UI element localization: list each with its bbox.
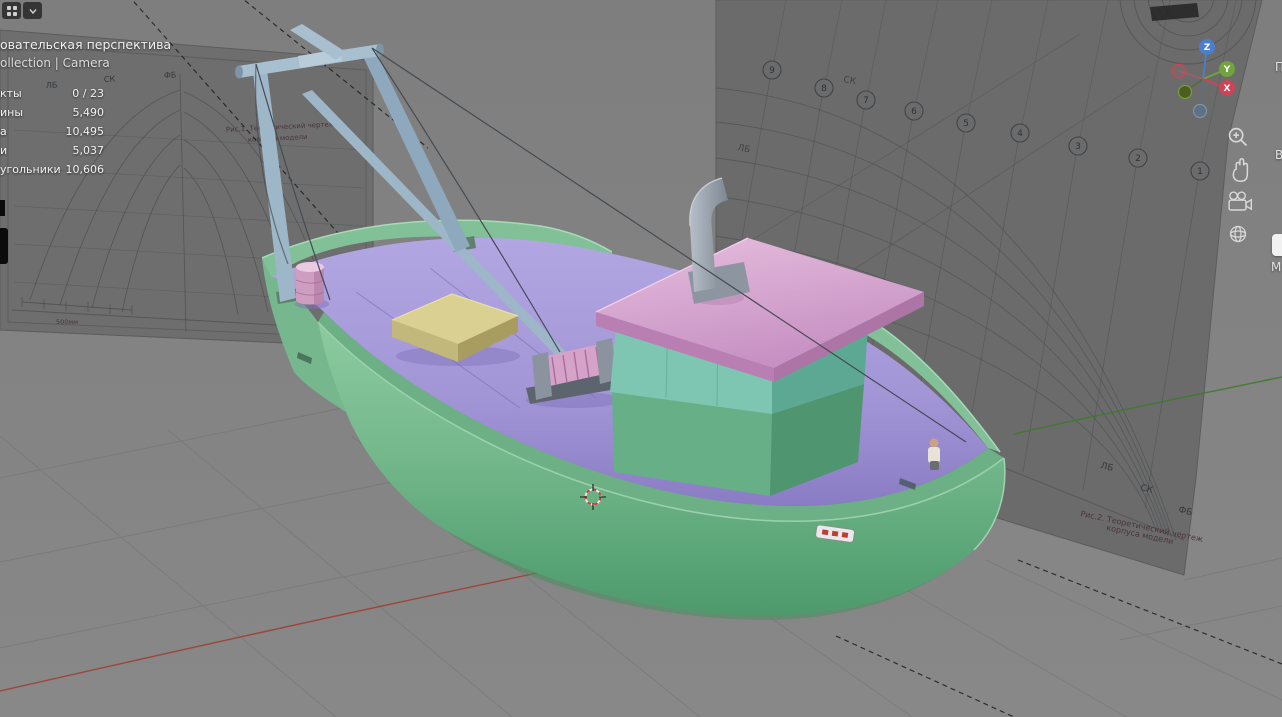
- camera-icon: [1228, 191, 1253, 211]
- svg-text:5: 5: [963, 119, 969, 129]
- sidebar-tab-fragment-3[interactable]: М: [1271, 260, 1281, 274]
- stat-label: а: [0, 125, 7, 138]
- svg-text:500мм: 500мм: [56, 318, 78, 326]
- svg-text:6: 6: [911, 107, 917, 117]
- svg-text:X: X: [1224, 84, 1231, 94]
- gizmo-pos-z[interactable]: Z: [1199, 39, 1215, 55]
- navigation-gizmo[interactable]: Z Y X: [1158, 32, 1250, 124]
- svg-text:7: 7: [863, 96, 869, 106]
- perspective-toggle-button[interactable]: [1222, 219, 1254, 249]
- stat-faces: и 5,037: [0, 141, 104, 160]
- zoom-button[interactable]: [1222, 123, 1254, 153]
- editor-type-selector[interactable]: [2, 2, 42, 19]
- svg-text:Y: Y: [1223, 65, 1231, 75]
- svg-text:ФБ: ФБ: [164, 71, 177, 80]
- gizmo-pos-y[interactable]: Y: [1219, 61, 1235, 77]
- cargo-barrel[interactable]: [295, 262, 329, 309]
- stat-value: 10,495: [65, 125, 105, 138]
- gizmo-neg-x[interactable]: [1171, 63, 1187, 79]
- viewport-canvas[interactable]: 9 8 7 6 5 4 3 2 1 ЛБ СК ФБ СК ЛБ Рис.2. …: [0, 0, 1282, 717]
- svg-text:8: 8: [821, 84, 827, 94]
- svg-text:9: 9: [769, 66, 775, 76]
- stat-value: 10,606: [65, 163, 105, 176]
- svg-text:2: 2: [1135, 154, 1141, 164]
- stat-triangles: угольники 10,606: [0, 160, 104, 179]
- stat-label: и: [0, 144, 8, 157]
- svg-text:4: 4: [1017, 129, 1023, 139]
- stat-edges: а 10,495: [0, 122, 104, 141]
- stat-vertices: ины 5,490: [0, 103, 104, 122]
- gizmo-pos-x[interactable]: X: [1219, 80, 1235, 96]
- active-collection-breadcrumb: ollection | Camera: [0, 56, 110, 70]
- editor-type-icon[interactable]: [2, 2, 21, 19]
- view-perspective-label: овательская перспектива: [0, 37, 172, 52]
- svg-text:3: 3: [1075, 142, 1081, 152]
- camera-view-button[interactable]: [1222, 187, 1254, 217]
- stat-label: ины: [0, 106, 24, 119]
- scene-statistics: кты 0 / 23 ины 5,490 а 10,495 и 5,037 уг…: [0, 84, 104, 179]
- gizmo-neg-y[interactable]: [1177, 84, 1193, 100]
- zoom-icon: [1228, 127, 1248, 147]
- stat-value: 5,037: [72, 144, 105, 157]
- globe-grid-icon: [1229, 225, 1247, 243]
- chevron-down-icon[interactable]: [23, 2, 42, 19]
- sidebar-tab-fragment-1[interactable]: П: [1275, 60, 1282, 74]
- stat-objects: кты 0 / 23: [0, 84, 104, 103]
- stat-value: 0 / 23: [72, 87, 104, 100]
- svg-text:Z: Z: [1204, 43, 1211, 53]
- clipped-panel-fragment: [0, 228, 8, 264]
- hand-icon: [1232, 157, 1249, 183]
- stat-label: кты: [0, 87, 22, 100]
- svg-text:1: 1: [1197, 167, 1203, 177]
- sidebar-tab-fragment-2[interactable]: В: [1275, 148, 1282, 162]
- blender-viewport[interactable]: 9 8 7 6 5 4 3 2 1 ЛБ СК ФБ СК ЛБ Рис.2. …: [0, 0, 1282, 717]
- clipped-panel-fragment: [0, 200, 5, 216]
- stat-value: 5,490: [72, 106, 105, 119]
- sidebar-button-fragment[interactable]: [1272, 234, 1282, 256]
- svg-text:СК: СК: [104, 75, 116, 84]
- gizmo-neg-z[interactable]: [1192, 103, 1208, 119]
- pan-view-button[interactable]: [1222, 155, 1254, 185]
- stat-label: угольники: [0, 163, 61, 176]
